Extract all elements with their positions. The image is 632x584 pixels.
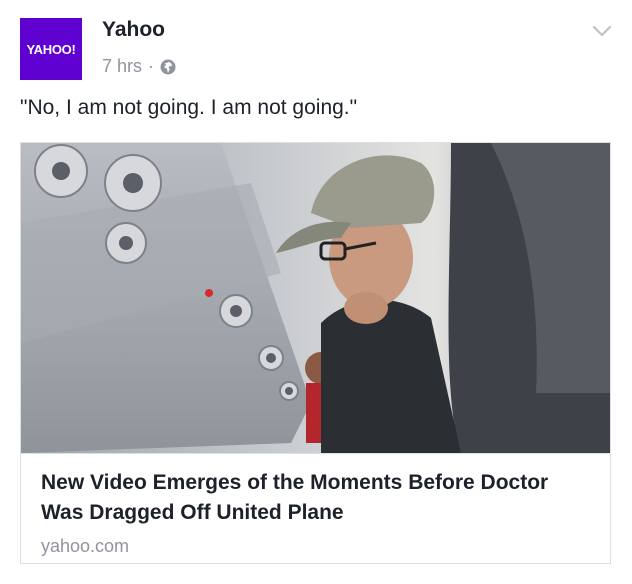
meta-separator: · <box>148 56 155 76</box>
post-message: "No, I am not going. I am not going." <box>20 96 358 119</box>
link-preview-image[interactable] <box>21 143 611 453</box>
link-preview-text[interactable]: New Video Emerges of the Moments Before … <box>21 453 610 563</box>
link-preview-card[interactable]: New Video Emerges of the Moments Before … <box>20 142 611 564</box>
avatar[interactable]: YAHOO! <box>20 18 82 80</box>
link-title[interactable]: New Video Emerges of the Moments Before … <box>41 468 581 528</box>
chevron-down-icon[interactable] <box>592 24 612 38</box>
yahoo-logo: YAHOO! <box>26 41 76 57</box>
link-domain: yahoo.com <box>41 536 130 556</box>
globe-icon[interactable] <box>160 59 176 75</box>
post-author[interactable]: Yahoo <box>102 18 165 42</box>
post-meta: 7 hrs · <box>102 56 176 77</box>
post-timestamp[interactable]: 7 hrs <box>102 56 142 77</box>
